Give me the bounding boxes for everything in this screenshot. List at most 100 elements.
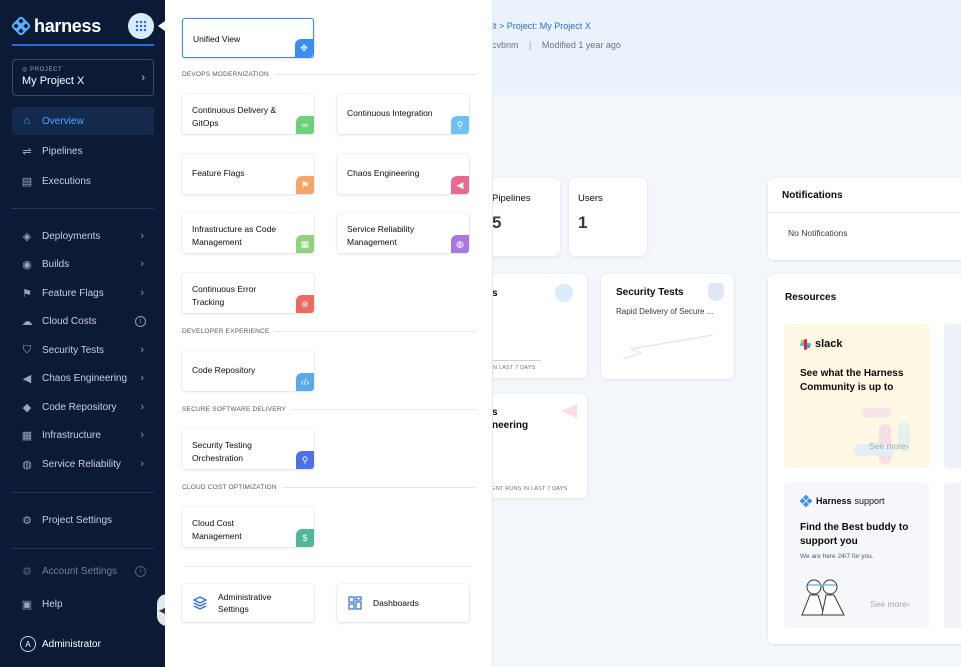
administrative-settings-tile[interactable]: Administrative Settings — [182, 584, 314, 622]
sidebar-item-label: Help — [42, 598, 63, 610]
project-kicker: ◎ PROJECT — [22, 67, 63, 73]
user-profile[interactable]: A Administrator — [12, 630, 154, 658]
sidebar-item-deployments[interactable]: ◈ Deployments › — [12, 222, 154, 250]
tile-service-reliability[interactable]: Service Reliability Management ◍ — [337, 213, 469, 253]
tile-label: Continuous Delivery & GitOps — [192, 105, 277, 128]
chaos-icon — [561, 404, 577, 418]
sidebar-item-service-reliability[interactable]: ◍ Service Reliability › — [12, 450, 154, 478]
sidebar-item-label: Project Settings — [42, 514, 113, 526]
module-switcher-button[interactable] — [128, 13, 154, 39]
cd-gitops-icon: ∞ — [296, 116, 314, 134]
support-brand: Harness — [816, 496, 852, 506]
brand-underline — [12, 44, 154, 46]
sidebar-item-label: Overview — [42, 115, 84, 127]
project-selector[interactable]: ◎ PROJECT My Project X › — [12, 59, 154, 96]
support-tile[interactable]: Harness support Find the Best buddy to s… — [784, 483, 930, 628]
tile-code-repository[interactable]: Code Repository ‹/› — [182, 351, 314, 391]
sidebar-item-label: Executions — [42, 175, 91, 187]
tile-continuous-error-tracking[interactable]: Continuous Error Tracking ⊛ — [182, 273, 314, 313]
dashboards-tile[interactable]: Dashboards — [337, 584, 469, 622]
sidebar-item-feature-flags[interactable]: ⚑ Feature Flags › — [12, 279, 154, 307]
security-tests-desc: Rapid Delivery of Secure ... — [616, 307, 714, 316]
avatar: A — [20, 636, 36, 652]
tile-feature-flags[interactable]: Feature Flags ⚑ — [182, 154, 314, 194]
dashboard-icon — [347, 595, 363, 611]
support-see-more[interactable]: See more› — [870, 599, 910, 609]
layers-icon — [192, 595, 208, 611]
section-developer-experience: DEVELOPER EXPERIENCE — [182, 328, 476, 335]
sidebar-item-label: Feature Flags — [42, 287, 104, 299]
sidebar-item-label: Pipelines — [42, 145, 83, 157]
gear-icon: ⚙ — [22, 514, 32, 527]
chevron-right-icon: › — [141, 72, 145, 84]
flag-icon: ⚑ — [22, 287, 32, 300]
security-tests-card[interactable]: Security Tests Rapid Delivery of Secure … — [601, 274, 734, 379]
panel-divider — [185, 566, 471, 567]
sidebar-item-label: Infrastructure — [42, 429, 101, 441]
sidebar-item-security-tests[interactable]: ⛉ Security Tests › — [12, 336, 154, 364]
modified-text: Modified 1 year ago — [541, 40, 621, 50]
tile-label: Code Repository — [192, 365, 256, 375]
tile-cloud-cost-management[interactable]: Cloud Cost Management $ — [182, 507, 314, 547]
tile-label: Continuous Error Tracking — [192, 284, 257, 307]
sidebar-item-label: Builds — [42, 258, 70, 270]
shield-icon — [708, 283, 724, 301]
tile-chaos-engineering[interactable]: Chaos Engineering ◀ — [337, 154, 469, 194]
sidebar-item-cloud-costs[interactable]: ☁ Cloud Costs i — [12, 307, 154, 335]
slack-community-tile[interactable]: slack See what the Harness Community is … — [784, 324, 930, 468]
unified-view-tile[interactable]: Unified View ✥ — [182, 18, 314, 58]
sidebar-item-project-settings[interactable]: ⚙ Project Settings — [12, 506, 154, 534]
sidebar-item-chaos-engineering[interactable]: ◀ Chaos Engineering › — [12, 364, 154, 392]
tile-label: Feature Flags — [192, 168, 245, 178]
harness-logo-icon — [800, 495, 812, 507]
feature-flags-icon: ⚑ — [296, 176, 314, 194]
sidebar-item-account-settings[interactable]: ⚙ Account Settings i — [12, 562, 154, 580]
chaos-engineering-icon: ◀ — [451, 176, 469, 194]
tile-infrastructure-as-code[interactable]: Infrastructure as Code Management ▦ — [182, 213, 314, 253]
project-name: My Project X — [22, 75, 85, 87]
breadcrumb[interactable]: lt > Project: My Project X — [492, 21, 591, 31]
cloud-cost-icon: $ — [296, 529, 314, 547]
sidebar-item-infrastructure[interactable]: ▦ Infrastructure › — [12, 421, 154, 449]
search-icon — [555, 284, 573, 302]
chevron-right-icon: › — [140, 372, 144, 384]
info-icon[interactable]: i — [135, 315, 146, 327]
sidebar-item-help[interactable]: ▣ Help — [12, 590, 154, 618]
users-card[interactable]: Users 1 — [569, 178, 647, 256]
slack-brand: slack — [815, 338, 843, 350]
chaos-card-footer: ENT RUNS IN LAST 7 DAYS — [492, 486, 568, 492]
code-icon: ◆ — [22, 401, 32, 414]
resources-card: Resources slack See what the Harness Com… — [768, 274, 961, 644]
info-icon[interactable]: i — [135, 565, 146, 577]
popover-arrow — [158, 21, 165, 31]
security-tests-title: Security Tests — [616, 287, 684, 298]
sidebar-item-builds[interactable]: ◉ Builds › — [12, 250, 154, 278]
support-brand-suffix: support — [854, 496, 885, 506]
slack-see-more[interactable]: See more› — [869, 441, 909, 451]
sidebar-item-overview[interactable]: ⌂ Overview — [12, 107, 154, 135]
project-meta: cvbnm | Modified 1 year ago — [492, 40, 621, 50]
slack-logo-icon — [800, 338, 811, 350]
ci-icon: ⚲ — [451, 116, 469, 134]
code-repository-icon: ‹/› — [296, 373, 314, 391]
tile-continuous-delivery[interactable]: Continuous Delivery & GitOps ∞ — [182, 94, 314, 134]
pipelines-count: 5 — [492, 213, 502, 232]
notifications-title: Notifications — [782, 190, 843, 201]
sidebar-item-pipelines[interactable]: ⇌ Pipelines — [12, 137, 154, 165]
tile-label: Service Reliability Management — [347, 224, 415, 247]
sidebar-divider — [12, 492, 154, 493]
section-secure-software-delivery: SECURE SOFTWARE DELIVERY — [182, 406, 476, 413]
sidebar-item-label: Chaos Engineering — [42, 372, 128, 384]
sidebar-item-executions[interactable]: ▤ Executions — [12, 167, 154, 195]
module-card-footer: N LAST 7 DAYS — [493, 365, 536, 371]
tile-security-testing[interactable]: Security Testing Orchestration ⚲ — [182, 429, 314, 469]
harness-logo[interactable]: harness — [12, 14, 101, 38]
tile-label: Cloud Cost Management — [192, 518, 242, 541]
tile-continuous-integration[interactable]: Continuous Integration ⚲ — [337, 94, 469, 134]
sidebar-item-label: Code Repository — [42, 401, 117, 413]
user-name: Administrator — [42, 638, 101, 650]
resources-title: Resources — [785, 292, 837, 303]
sidebar-item-code-repository[interactable]: ◆ Code Repository › — [12, 393, 154, 421]
executions-icon: ▤ — [21, 175, 33, 188]
reliability-icon: ◍ — [22, 458, 32, 471]
